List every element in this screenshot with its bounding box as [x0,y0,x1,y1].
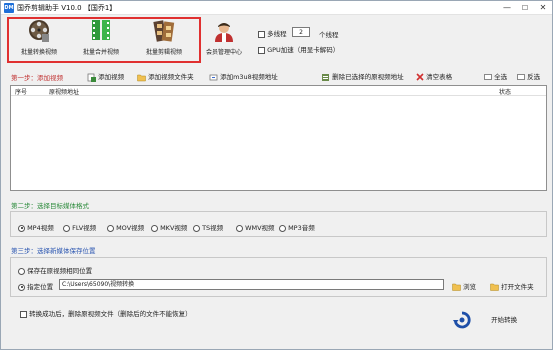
gpu-label: GPU加速（用显卡解码） [267,46,340,54]
link-icon [209,74,218,80]
step2-label: 第二步：选择目标媒体格式 [11,202,89,210]
video-table[interactable]: 序号 原视频地址 状态 [10,85,547,191]
format-label: MP3音频 [288,224,315,232]
col-source-path: 原视频地址 [49,89,80,96]
folder-icon [452,283,461,291]
app-window: DM 国乔剪辑助手 V10.0 【国乔1】 — ☐ ✕ 批量转换视频 批量合并视… [0,0,553,350]
format-wmv[interactable]: WMV视频 [236,222,275,232]
multithread-label: 多线程 [267,30,287,38]
format-label: TS视频 [202,224,224,232]
format-ts[interactable]: TS视频 [193,222,223,232]
add-folder-button[interactable]: 添加视频文件夹 [137,71,194,82]
format-radio[interactable] [193,224,200,232]
batch-merge-label: 批量合并视频 [82,49,119,56]
save-original-option[interactable]: 保存在原视频相同位置 [18,265,92,275]
delete-after-label: 转换成功后，删除原视频文件（删除后的文件不能恢复） [29,310,192,318]
format-label: WMV视频 [245,224,275,232]
start-convert-label: 开始转换 [491,316,518,324]
save-location-group [10,257,547,297]
delete-list-icon [322,73,329,81]
custom-location-label: 指定位置 [27,283,54,291]
format-radio[interactable] [63,224,70,232]
select-all-button[interactable]: 全选 [484,71,507,81]
multithread-option[interactable]: 多线程 [258,28,287,38]
save-path-input[interactable]: C:\Users\65090\视频转换 [59,279,444,290]
minimize-button[interactable]: — [498,1,516,15]
close-button[interactable]: ✕ [534,1,552,15]
gpu-option[interactable]: GPU加速（用显卡解码） [258,44,339,54]
browse-label: 浏览 [463,283,477,291]
open-folder-button[interactable]: 打开文件夹 [490,281,534,291]
format-label: MOV视频 [116,224,145,232]
batch-merge-button[interactable]: 批量合并视频 [73,19,129,56]
multithread-checkbox[interactable] [258,30,265,38]
table-header: 序号 原视频地址 状态 [11,86,546,96]
add-m3u8-label: 添加m3u8视频地址 [220,73,278,81]
format-radio[interactable] [279,224,286,232]
format-label: MKV视频 [160,224,188,232]
start-convert-button[interactable]: 开始转换 [453,311,517,329]
format-flv[interactable]: FLV视频 [63,222,96,232]
invert-select-button[interactable]: 反选 [517,71,540,81]
format-radio[interactable] [236,224,243,232]
thread-count-input[interactable]: 2 [292,27,310,37]
film-clip-icon [153,20,175,42]
title-bar: DM 国乔剪辑助手 V10.0 【国乔1】 — ☐ ✕ [1,1,552,15]
delete-selected-label: 删除已选择的原视频地址 [332,73,404,81]
format-radio[interactable] [18,224,25,232]
add-video-label: 添加视频 [98,73,125,81]
select-all-icon [484,74,492,80]
window-title: 国乔剪辑助手 V10.0 【国乔1】 [17,4,117,12]
select-all-label: 全选 [494,73,508,81]
user-avatar-icon [215,23,233,42]
invert-select-label: 反选 [527,73,541,81]
open-folder-label: 打开文件夹 [501,283,534,291]
format-mp4[interactable]: MP4视频 [18,222,54,232]
clear-table-label: 清空表格 [426,73,453,81]
step1-label: 第一步：添加视频 [11,74,63,82]
format-label: FLV视频 [72,224,97,232]
member-center-label: 会员管理中心 [205,49,242,56]
delete-after-checkbox[interactable] [20,310,27,318]
format-radio[interactable] [151,224,158,232]
folder-add-icon [137,74,146,81]
app-icon: DM [4,3,14,13]
thread-unit-label: 个线程 [319,31,339,39]
save-original-radio[interactable] [18,267,25,275]
batch-convert-label: 批量转换视频 [20,49,57,56]
film-strip-icon [92,20,110,40]
batch-cut-label: 批量剪辑视频 [145,49,182,56]
open-folder-icon [490,283,499,291]
add-file-icon [87,73,96,82]
col-index: 序号 [15,89,28,96]
custom-location-option[interactable]: 指定位置 [18,281,53,291]
clear-x-icon [416,73,424,81]
film-reel-icon [29,20,49,42]
col-status: 状态 [499,89,512,96]
format-mp3[interactable]: MP3音频 [279,222,315,232]
add-video-button[interactable]: 添加视频 [87,71,124,82]
format-mov[interactable]: MOV视频 [107,222,144,232]
add-m3u8-button[interactable]: 添加m3u8视频地址 [209,71,278,82]
step3-label: 第三步：选择新媒体保存位置 [11,247,96,255]
maximize-button[interactable]: ☐ [516,1,534,15]
format-radio[interactable] [107,224,114,232]
add-folder-label: 添加视频文件夹 [148,73,194,81]
custom-location-radio[interactable] [18,283,25,291]
format-mkv[interactable]: MKV视频 [151,222,187,232]
refresh-icon [453,311,471,329]
format-label: MP4视频 [27,224,54,232]
delete-selected-button[interactable]: 删除已选择的原视频地址 [321,71,404,82]
delete-after-option[interactable]: 转换成功后，删除原视频文件（删除后的文件不能恢复） [20,308,192,318]
member-center-button[interactable]: 会员管理中心 [201,21,247,56]
batch-cut-button[interactable]: 批量剪辑视频 [135,19,193,56]
batch-convert-button[interactable]: 批量转换视频 [11,19,67,56]
save-original-label: 保存在原视频相同位置 [27,267,93,275]
invert-select-icon [517,74,525,80]
gpu-checkbox[interactable] [258,46,265,54]
clear-table-button[interactable]: 清空表格 [416,71,452,81]
browse-button[interactable]: 浏览 [452,281,476,291]
